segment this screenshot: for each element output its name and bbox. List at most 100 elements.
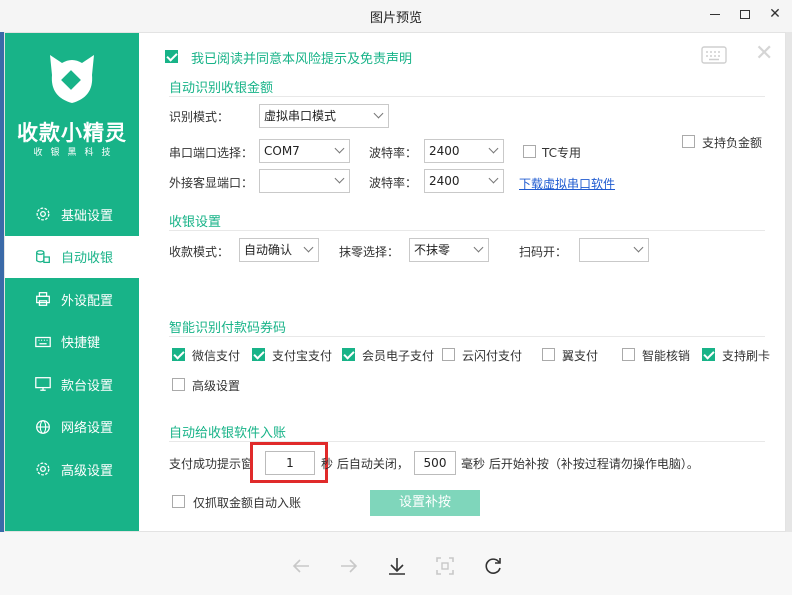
scan-select[interactable] xyxy=(579,238,649,262)
round-select[interactable]: 不抹零 xyxy=(409,238,489,262)
monitor-icon xyxy=(33,374,53,394)
viewer-titlebar: 图片预览 ✕ xyxy=(0,0,792,32)
section-title: 自动给收银软件入账 xyxy=(169,426,287,441)
mode-select-value: 虚拟串口模式 xyxy=(264,109,337,123)
port-label: 串口端口选择： xyxy=(169,146,254,160)
member-pay-label: 会员电子支付 xyxy=(362,349,435,363)
negative-amount-checkbox[interactable] xyxy=(682,135,695,148)
download-serial-link[interactable]: 下载虚拟串口软件 xyxy=(519,175,615,192)
download-icon[interactable] xyxy=(385,554,409,578)
baud-select[interactable]: 2400 xyxy=(424,139,504,163)
sidebar-item-label: 款台设置 xyxy=(61,378,114,394)
sidebar-nav: 基础设置 自动收银 外设配置 快捷键 款台设置 网络设置 高级设置 xyxy=(5,193,139,491)
bestpay-checkbox[interactable] xyxy=(542,348,555,361)
collect-mode-label: 收款模式： xyxy=(169,245,230,259)
coins-icon xyxy=(33,247,53,267)
advanced-label: 高级设置 xyxy=(192,379,241,393)
sidebar-item-label: 外设配置 xyxy=(61,293,114,309)
only-amount-label: 仅抓取金额自动入账 xyxy=(193,496,302,510)
mode-select[interactable]: 虚拟串口模式 xyxy=(259,104,389,128)
section-title: 自动识别收银金额 xyxy=(169,81,274,96)
alipay-label: 支付宝支付 xyxy=(272,349,333,363)
sidebar-item-advanced[interactable]: 高级设置 xyxy=(5,448,139,491)
keyboard-icon[interactable] xyxy=(701,46,727,64)
sidebar-item-basic[interactable]: 基础设置 xyxy=(5,193,139,236)
app-window: 收款小精灵 收银黑科技 基础设置 自动收银 外设配置 快捷键 款台设置 网络设置… xyxy=(4,32,786,532)
tip-mid-label: 秒 后自动关闭， xyxy=(321,457,409,471)
chevron-down-icon xyxy=(373,108,384,119)
rotate-icon[interactable] xyxy=(481,554,505,578)
logo-icon xyxy=(50,55,94,103)
gear-icon xyxy=(33,459,53,479)
section-divider xyxy=(169,96,765,97)
scan-label: 扫码开： xyxy=(519,245,568,259)
unionpay-checkbox[interactable] xyxy=(442,348,455,361)
port-select[interactable]: COM7 xyxy=(259,139,350,163)
globe-icon xyxy=(33,417,53,437)
smart-verify-checkbox[interactable] xyxy=(622,348,635,361)
chevron-down-icon xyxy=(473,242,484,253)
next-arrow-icon[interactable] xyxy=(337,554,361,578)
sidebar-item-label: 自动收银 xyxy=(61,251,114,267)
fit-screen-icon[interactable] xyxy=(433,554,457,578)
sidebar-item-label: 网络设置 xyxy=(61,421,114,437)
viewer-title: 图片预览 xyxy=(369,11,422,26)
baud2-select-value: 2400 xyxy=(429,174,460,188)
negative-amount-label: 支持负金额 xyxy=(702,136,763,150)
agree-checkbox[interactable] xyxy=(165,50,178,63)
unionpay-label: 云闪付支付 xyxy=(462,349,523,363)
port-select-value: COM7 xyxy=(264,144,300,158)
mode-label: 识别模式： xyxy=(169,110,230,124)
chevron-down-icon xyxy=(334,173,345,184)
collect-mode-select[interactable]: 自动确认 xyxy=(239,238,319,262)
maximize-button[interactable] xyxy=(730,3,760,25)
set-retry-button[interactable]: 设置补按 xyxy=(370,490,480,516)
only-amount-checkbox[interactable] xyxy=(172,495,185,508)
card-swipe-checkbox[interactable] xyxy=(702,348,715,361)
close-button[interactable]: ✕ xyxy=(760,3,790,25)
chevron-down-icon xyxy=(334,143,345,154)
round-select-value: 不抹零 xyxy=(414,243,451,257)
section-title: 智能识别付款码券码 xyxy=(169,321,287,336)
section-divider xyxy=(169,230,765,231)
bestpay-label: 翼支付 xyxy=(562,349,599,363)
member-pay-checkbox[interactable] xyxy=(342,348,355,361)
gear-icon xyxy=(33,204,53,224)
tip-prefix-label: 支付成功提示窗 xyxy=(169,457,254,471)
close-icon[interactable]: ✕ xyxy=(755,41,773,66)
app-name: 收款小精灵 xyxy=(17,121,127,145)
keyboard-icon xyxy=(33,332,53,352)
section-title: 收银设置 xyxy=(169,215,222,230)
ext-port-label: 外接客显端口： xyxy=(169,176,254,190)
baud-select-value: 2400 xyxy=(429,144,460,158)
minimize-button[interactable] xyxy=(700,3,730,25)
collect-mode-select-value: 自动确认 xyxy=(244,243,293,257)
wechat-pay-label: 微信支付 xyxy=(192,349,241,363)
tc-label: TC专用 xyxy=(542,146,582,160)
sidebar: 收款小精灵 收银黑科技 基础设置 自动收银 外设配置 快捷键 款台设置 网络设置… xyxy=(5,33,139,531)
sidebar-item-peripherals[interactable]: 外设配置 xyxy=(5,278,139,321)
smart-verify-label: 智能核销 xyxy=(642,349,691,363)
wechat-pay-checkbox[interactable] xyxy=(172,348,185,361)
baud2-select[interactable]: 2400 xyxy=(424,169,504,193)
sidebar-item-label: 基础设置 xyxy=(61,208,114,224)
round-label: 抹零选择： xyxy=(339,245,400,259)
prev-arrow-icon[interactable] xyxy=(289,554,313,578)
alipay-checkbox[interactable] xyxy=(252,348,265,361)
sidebar-item-auto-cashier[interactable]: 自动收银 xyxy=(5,235,139,278)
baud-label: 波特率： xyxy=(369,146,418,160)
app-subtitle: 收银黑科技 xyxy=(33,148,119,158)
tc-checkbox[interactable] xyxy=(523,145,536,158)
sidebar-item-network[interactable]: 网络设置 xyxy=(5,406,139,449)
sidebar-item-counter[interactable]: 款台设置 xyxy=(5,363,139,406)
chevron-down-icon xyxy=(488,173,499,184)
advanced-checkbox[interactable] xyxy=(172,378,185,391)
agree-text: 我已阅读并同意本风险提示及免责声明 xyxy=(191,52,413,67)
sidebar-item-shortcuts[interactable]: 快捷键 xyxy=(5,321,139,364)
settings-content: 我已阅读并同意本风险提示及免责声明 ✕ 自动识别收银金额 识别模式： 虚拟串口模… xyxy=(139,33,785,531)
viewer-right-edge xyxy=(786,32,792,532)
ext-port-select[interactable] xyxy=(259,169,350,193)
printer-icon xyxy=(33,289,53,309)
chevron-down-icon xyxy=(488,143,499,154)
delay-ms-input[interactable]: 500 xyxy=(414,451,456,475)
